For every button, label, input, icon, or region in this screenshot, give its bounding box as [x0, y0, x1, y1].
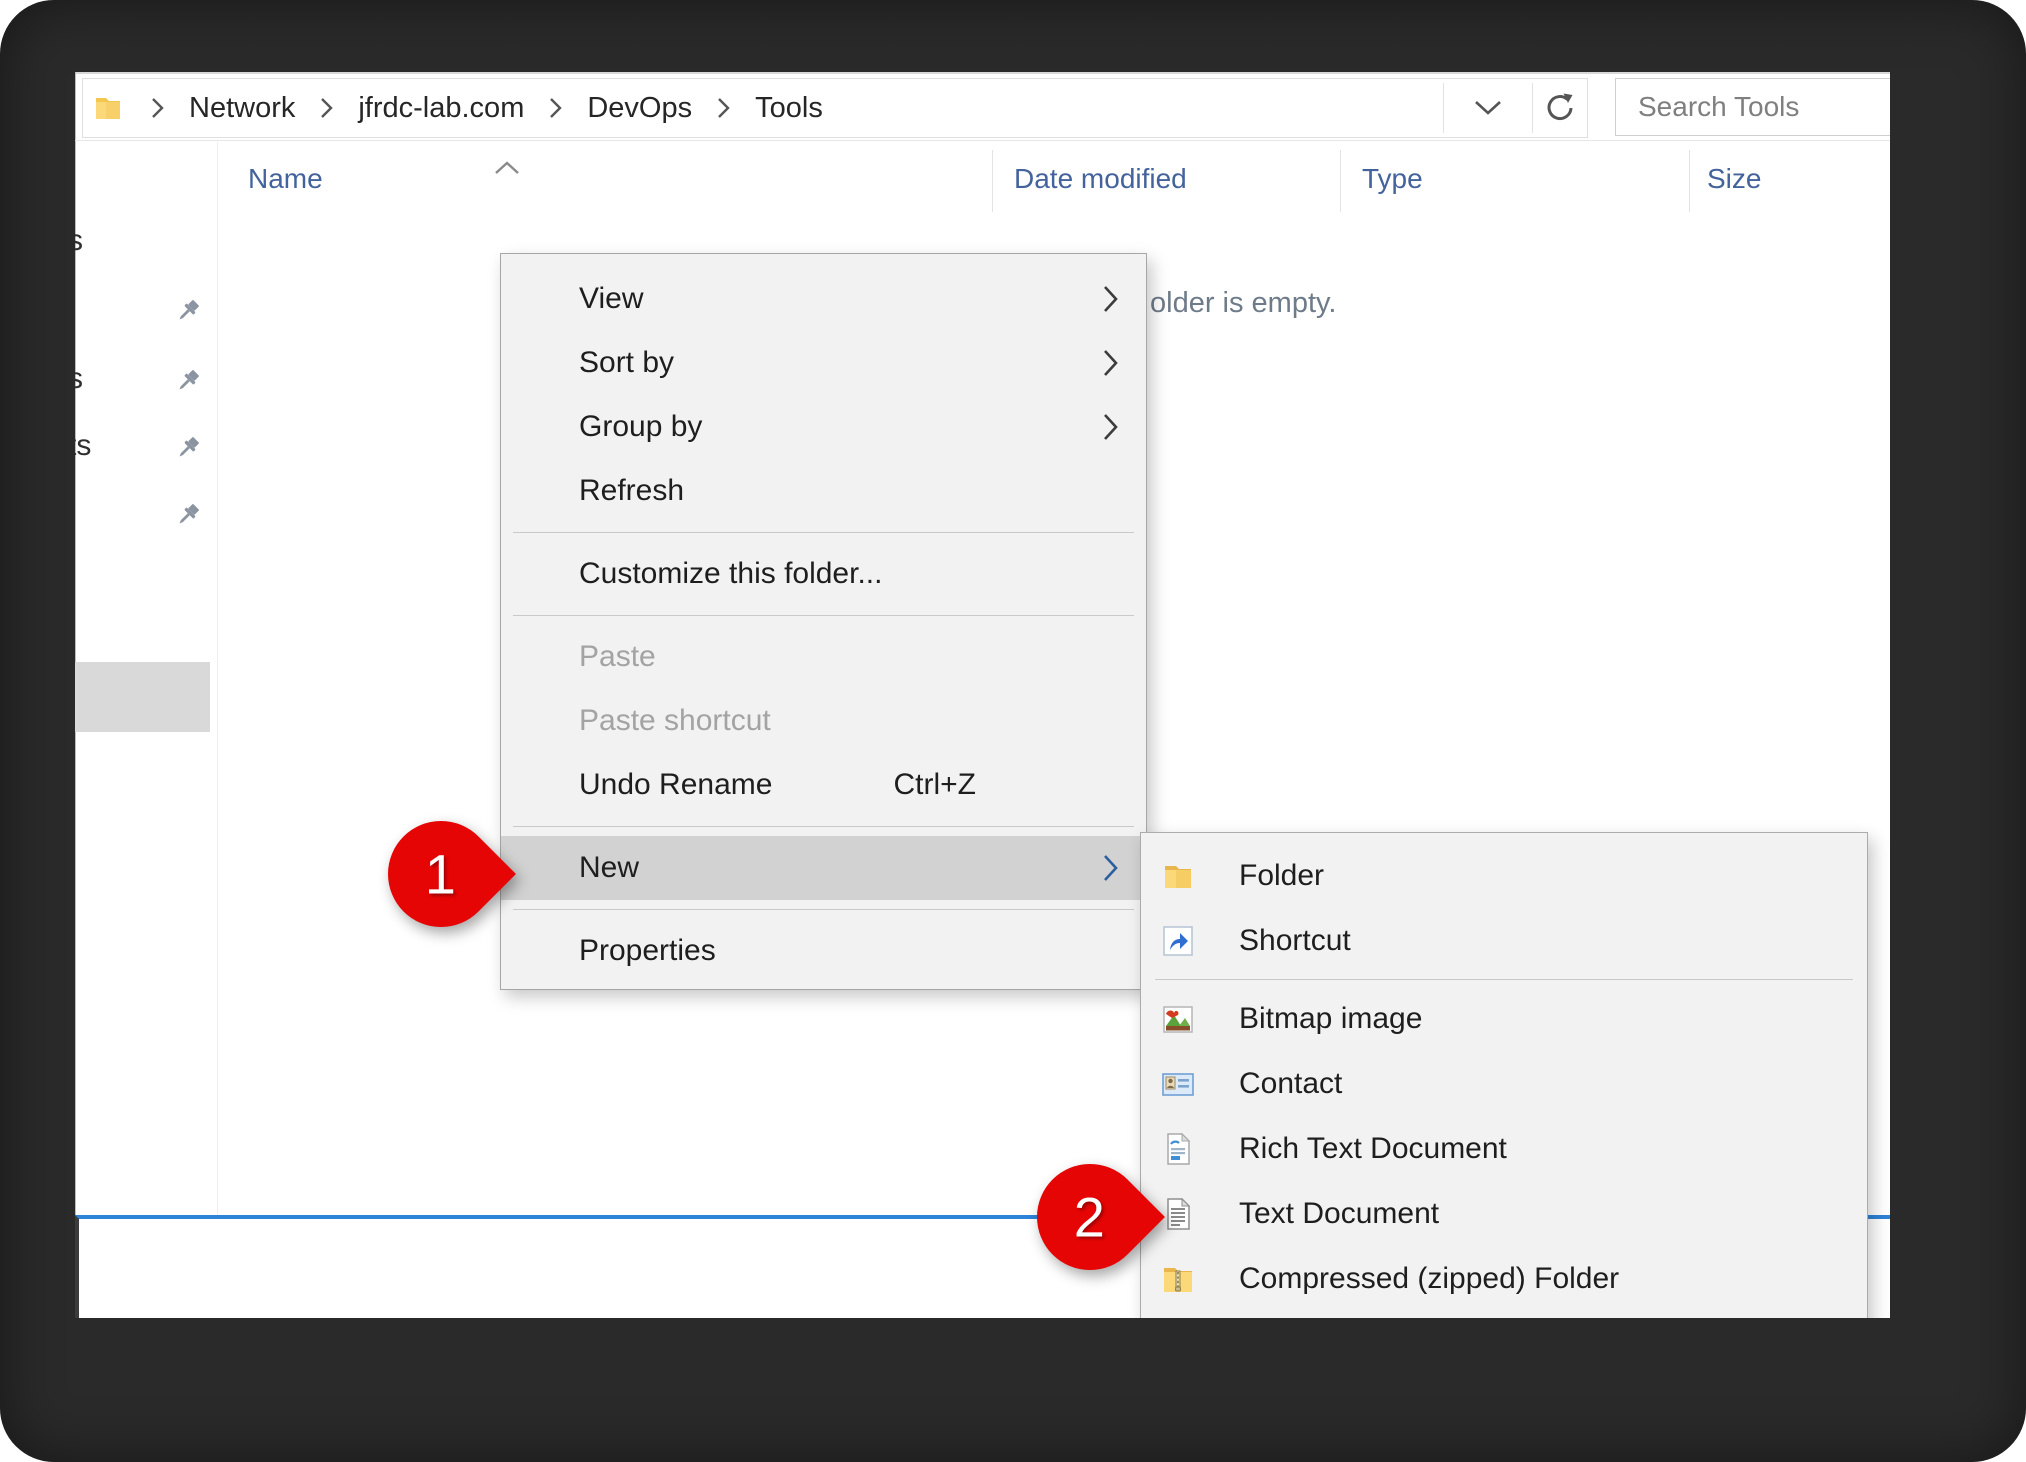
menu-item-sort-by[interactable]: Sort by — [501, 331, 1146, 395]
column-separator[interactable] — [1689, 150, 1690, 212]
menu-item-view[interactable]: View — [501, 267, 1146, 331]
chevron-right-icon — [549, 97, 562, 119]
submenu-item-text-document[interactable]: Text Document — [1141, 1181, 1867, 1246]
sort-ascending-icon — [493, 160, 521, 176]
explorer-window: Network jfrdc-lab.com DevOps Tools — [75, 72, 1890, 1318]
submenu-item-label: Bitmap image — [1239, 1002, 1422, 1036]
empty-folder-text: older is empty. — [1150, 287, 1336, 320]
pin-icon — [173, 296, 203, 326]
submenu-item-label: Rich Text Document — [1239, 1132, 1507, 1166]
pin-icon — [173, 433, 203, 463]
breadcrumb-item-domain[interactable]: jfrdc-lab.com — [358, 92, 524, 125]
zip-folder-icon — [1161, 1262, 1195, 1296]
sidebar-selected-item[interactable] — [75, 662, 210, 732]
refresh-button[interactable] — [1532, 79, 1587, 137]
menu-item-paste-shortcut[interactable]: Paste shortcut — [501, 689, 1146, 753]
breadcrumb-item-devops[interactable]: DevOps — [587, 92, 692, 125]
new-submenu: Folder Shortcut Bitmap image — [1140, 832, 1868, 1318]
sidebar-item-label[interactable]: s — [75, 224, 83, 258]
badge-teardrop: 1 — [366, 799, 516, 949]
badge-number: 1 — [425, 842, 456, 907]
submenu-item-rich-text-document[interactable]: Rich Text Document — [1141, 1116, 1867, 1181]
column-separator[interactable] — [992, 150, 993, 212]
chevron-right-icon — [717, 97, 730, 119]
submenu-item-bitmap-image[interactable]: Bitmap image — [1141, 986, 1867, 1051]
folder-icon — [94, 94, 126, 122]
submenu-arrow-icon — [1102, 283, 1120, 315]
search-input[interactable] — [1615, 78, 1890, 136]
submenu-item-label: Folder — [1239, 859, 1324, 893]
window-top-border — [75, 72, 1890, 74]
breadcrumb-item-tools[interactable]: Tools — [755, 92, 823, 125]
sidebar-item-label[interactable]: s — [75, 362, 83, 396]
menu-separator — [513, 826, 1134, 827]
submenu-item-label: Text Document — [1239, 1197, 1439, 1231]
submenu-separator — [1155, 979, 1853, 980]
chevron-down-icon — [1473, 99, 1503, 117]
context-menu: View Sort by Group by Refresh — [500, 253, 1147, 990]
submenu-arrow-icon — [1102, 347, 1120, 379]
address-bar[interactable]: Network jfrdc-lab.com DevOps Tools — [82, 78, 1588, 138]
menu-item-properties[interactable]: Properties — [501, 919, 1146, 983]
menu-item-label: View — [579, 282, 643, 316]
column-header-name[interactable]: Name — [248, 142, 323, 215]
folder-icon — [1161, 859, 1195, 893]
menu-item-label: Sort by — [579, 346, 674, 380]
annotation-badge-2: 2 — [1037, 1164, 1143, 1270]
chevron-right-icon — [320, 97, 333, 119]
column-separator[interactable] — [1340, 150, 1341, 212]
nav-pane-divider — [217, 142, 218, 1318]
badge-number: 2 — [1074, 1185, 1105, 1250]
menu-item-label: Paste shortcut — [579, 704, 771, 738]
menu-separator — [513, 615, 1134, 616]
column-header-size[interactable]: Size — [1707, 142, 1761, 215]
menu-item-label: New — [579, 851, 639, 885]
menu-separator — [513, 909, 1134, 910]
submenu-item-compressed-folder[interactable]: Compressed (zipped) Folder — [1141, 1246, 1867, 1311]
submenu-item-shortcut[interactable]: Shortcut — [1141, 908, 1867, 973]
pin-icon — [173, 500, 203, 530]
submenu-item-label: Contact — [1239, 1067, 1342, 1101]
menu-item-label: Customize this folder... — [579, 557, 882, 591]
menu-item-group-by[interactable]: Group by — [501, 395, 1146, 459]
column-header-date-modified[interactable]: Date modified — [1014, 142, 1187, 215]
menu-item-label: Undo Rename — [579, 768, 772, 802]
sidebar-item-label[interactable]: ts — [75, 429, 91, 463]
shortcut-icon — [1161, 924, 1195, 958]
menu-item-label: Refresh — [579, 474, 684, 508]
text-document-icon — [1161, 1197, 1195, 1231]
annotation-badge-1: 1 — [388, 821, 494, 927]
breadcrumb: Network jfrdc-lab.com DevOps Tools — [87, 79, 823, 137]
menu-item-label: Group by — [579, 410, 702, 444]
submenu-item-label: Shortcut — [1239, 924, 1351, 958]
badge-teardrop: 2 — [1015, 1142, 1165, 1292]
menu-item-paste[interactable]: Paste — [501, 625, 1146, 689]
screenshot-stage: Network jfrdc-lab.com DevOps Tools — [0, 0, 2026, 1462]
refresh-icon — [1543, 91, 1577, 125]
menu-item-label: Paste — [579, 640, 656, 674]
menu-separator — [513, 532, 1134, 533]
breadcrumb-item-network[interactable]: Network — [189, 92, 295, 125]
toolbar-divider — [75, 140, 1890, 141]
menu-item-customize-this-folder[interactable]: Customize this folder... — [501, 542, 1146, 606]
submenu-arrow-icon — [1102, 852, 1120, 884]
menu-item-refresh[interactable]: Refresh — [501, 459, 1146, 523]
submenu-item-label: Compressed (zipped) Folder — [1239, 1262, 1619, 1296]
menu-item-new[interactable]: New — [501, 836, 1146, 900]
chevron-right-icon — [151, 97, 164, 119]
bitmap-image-icon — [1161, 1002, 1195, 1036]
submenu-item-folder[interactable]: Folder — [1141, 843, 1867, 908]
menu-item-undo-rename[interactable]: Undo Rename Ctrl+Z — [501, 753, 1146, 817]
contact-icon — [1161, 1067, 1195, 1101]
rich-text-document-icon — [1161, 1132, 1195, 1166]
submenu-item-contact[interactable]: Contact — [1141, 1051, 1867, 1116]
address-dropdown-button[interactable] — [1443, 79, 1532, 137]
column-header-type[interactable]: Type — [1362, 142, 1423, 215]
submenu-arrow-icon — [1102, 411, 1120, 443]
pin-icon — [173, 366, 203, 396]
menu-item-shortcut: Ctrl+Z — [894, 768, 977, 802]
menu-item-label: Properties — [579, 934, 716, 968]
